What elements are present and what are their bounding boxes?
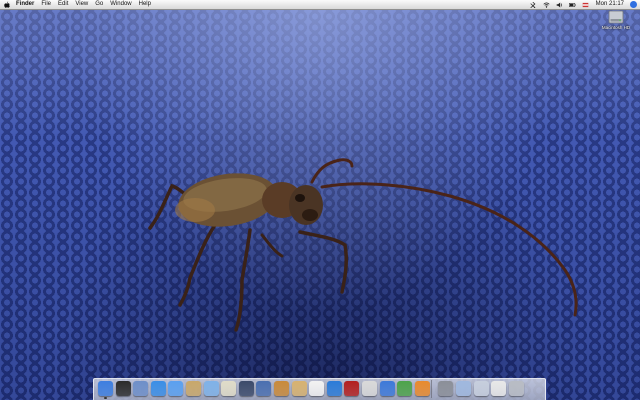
documents-folder-icon[interactable] bbox=[473, 381, 489, 396]
preview-icon[interactable] bbox=[362, 381, 377, 396]
menu-bar: Finder File Edit View Go Window Help Mon… bbox=[0, 0, 640, 10]
beetle-image bbox=[148, 158, 578, 332]
keynote-icon[interactable] bbox=[379, 381, 395, 396]
bluetooth-icon[interactable] bbox=[530, 1, 537, 8]
menu-window[interactable]: Window bbox=[110, 0, 131, 9]
apple-menu-icon[interactable] bbox=[4, 1, 10, 8]
quicktime-icon[interactable] bbox=[326, 381, 342, 396]
battery-icon[interactable] bbox=[568, 2, 576, 8]
idvd-icon[interactable] bbox=[256, 381, 272, 396]
dock bbox=[93, 378, 546, 400]
menubar-clock[interactable]: Mon 21:17 bbox=[596, 0, 624, 9]
volume-icon[interactable] bbox=[556, 2, 563, 8]
menu-help[interactable]: Help bbox=[139, 0, 151, 9]
safari-icon[interactable] bbox=[150, 381, 166, 396]
system-preferences-icon[interactable] bbox=[438, 381, 454, 396]
desktop-wallpaper bbox=[0, 0, 640, 400]
menu-edit[interactable]: Edit bbox=[58, 0, 68, 9]
imovie-icon[interactable] bbox=[238, 381, 254, 396]
iweb-icon[interactable] bbox=[291, 381, 307, 396]
menu-go[interactable]: Go bbox=[95, 0, 103, 9]
hd-label: Macintosh HD bbox=[601, 25, 631, 30]
downloads-stack-icon[interactable] bbox=[491, 381, 507, 396]
trash-icon[interactable] bbox=[508, 381, 524, 396]
dock-separator bbox=[431, 380, 432, 398]
ichat-icon[interactable] bbox=[168, 381, 184, 396]
menu-file[interactable]: File bbox=[41, 0, 51, 9]
photo-booth-icon[interactable] bbox=[344, 381, 360, 396]
spotlight-icon[interactable] bbox=[630, 1, 637, 8]
garageband-icon[interactable] bbox=[274, 381, 289, 396]
running-indicator bbox=[104, 397, 107, 399]
iphoto-icon[interactable] bbox=[221, 381, 237, 396]
flag-icon[interactable] bbox=[582, 2, 589, 8]
pages-icon[interactable] bbox=[414, 381, 430, 396]
finder-icon[interactable] bbox=[98, 381, 113, 396]
menu-view[interactable]: View bbox=[75, 0, 88, 9]
mail-icon[interactable] bbox=[133, 381, 149, 396]
wifi-icon[interactable] bbox=[543, 2, 550, 8]
dashboard-icon[interactable] bbox=[115, 381, 131, 396]
hard-drive-icon bbox=[608, 10, 624, 24]
applications-folder-icon[interactable] bbox=[456, 381, 471, 396]
desktop-hd-item[interactable]: Macintosh HD bbox=[596, 10, 636, 30]
numbers-icon[interactable] bbox=[397, 381, 413, 396]
itunes-icon[interactable] bbox=[203, 381, 219, 396]
menu-finder[interactable]: Finder bbox=[16, 0, 34, 9]
address-book-icon[interactable] bbox=[186, 381, 201, 396]
ical-icon[interactable] bbox=[309, 381, 325, 396]
